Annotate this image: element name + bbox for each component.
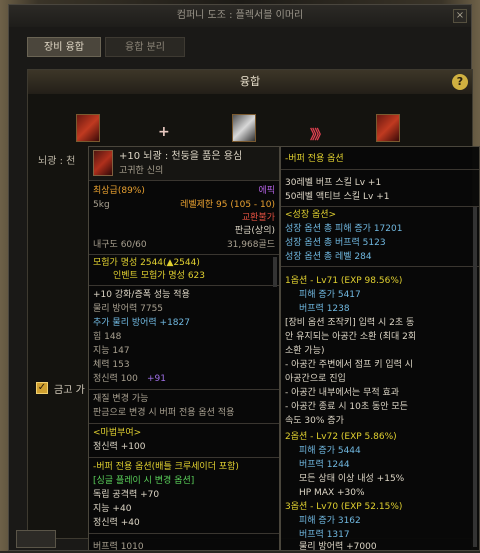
growth-3: 성장 옵션 총 레벨 284	[285, 252, 372, 262]
buffer-header: -버퍼 전용 옵션	[285, 154, 344, 164]
option-3-head: 3옵션 - Lv70 (EXP 52.15%)	[285, 502, 403, 512]
option-1-buff: 버프력 1238	[299, 304, 350, 314]
extra-phys-def: 추가 물리 방어력 +1827	[93, 318, 190, 328]
reset-info-2: 판금으로 변경 시 버퍼 전용 옵션 적용	[93, 408, 235, 418]
adventurer-fame: 모험가 명성 2544(▲2544)	[93, 258, 200, 268]
scrollbar[interactable]	[473, 207, 477, 547]
equipment-slot-2[interactable]	[232, 114, 256, 142]
help-icon[interactable]: ?	[452, 74, 468, 90]
option-2-head: 2옵션 - Lv72 (EXP 5.86%)	[285, 432, 397, 442]
rarity: 에픽	[258, 186, 275, 196]
bottom-button[interactable]	[16, 530, 56, 548]
magic-seal-head: <마법부여>	[93, 428, 142, 438]
close-icon[interactable]: ×	[453, 9, 467, 23]
item-icon	[93, 150, 113, 176]
buffer-spirit: 정신력 +40	[93, 518, 140, 528]
skill-2: 50레벨 액티브 스킬 Lv +1	[285, 192, 390, 202]
equipment-slot-1[interactable]	[76, 114, 100, 142]
tab-equip-fusion[interactable]: 장비 융합	[27, 37, 101, 57]
plus-icon: +	[158, 124, 170, 140]
level-limit: 레벨제한 95 (105 - 10)	[180, 200, 275, 210]
divider	[89, 423, 279, 424]
stat-str: 힘 148	[93, 332, 122, 342]
option-1-desc: - 아공간 종료 시 10초 동안 모든	[285, 402, 408, 412]
item-tooltip: +10 뇌광 : 천둥을 품은 용심 고귀한 신의 최상급(89%) 에픽 5k…	[88, 146, 280, 552]
option-1-desc: 안 유지되는 아공간 소환 (최대 2회	[285, 332, 417, 342]
buffer-option-head: -버퍼 전용 옵션(배틀 크루세이더 포함)	[93, 462, 239, 472]
option-2-desc: HP MAX +30%	[299, 488, 365, 498]
phys-def: 물리 방어력 7755	[93, 304, 164, 314]
item-name: +10 뇌광 : 천둥을 품은 용심	[119, 151, 243, 162]
option-1-desc: - 아공간 내부에서는 무적 효과	[285, 388, 400, 398]
grade: 최상급(89%)	[93, 186, 145, 196]
growth-2: 성장 옵션 총 버프력 5123	[285, 238, 386, 248]
inventory-fame: 인벤트 모험가 명성 623	[113, 271, 206, 281]
tooltip-header: +10 뇌광 : 천둥을 품은 용심 고귀한 신의	[89, 147, 279, 181]
stat-int: 지능 147	[93, 346, 130, 356]
arrow-icon: 》》	[310, 128, 327, 143]
item-subtitle: 고귀한 신의	[119, 166, 164, 176]
result-slot[interactable]	[376, 114, 400, 142]
option-3-buff: 버프력 1317	[299, 530, 350, 540]
divider	[281, 266, 479, 267]
option-1-desc: 소환 가능)	[285, 346, 325, 356]
slot-type: 판금(상의)	[234, 226, 275, 236]
buff-power: 버프력 1010	[93, 542, 144, 552]
checkbox-label: 금고 가	[54, 385, 85, 396]
divider	[89, 254, 279, 255]
weight: 5kg	[93, 200, 110, 210]
option-1-desc: 아공간으로 진입	[285, 374, 346, 384]
stat-vit: 체력 153	[93, 360, 130, 370]
buffer-int: 지능 +40	[93, 504, 132, 514]
option-1-desc: [장비 옵션 조작키] 입력 시 2초 동	[285, 318, 415, 328]
window-title: 컴퍼니 도조 : 플렉서블 이머리	[9, 5, 471, 27]
option-1-desc: - 아공간 주변에서 점프 키 입력 시	[285, 360, 414, 370]
divider	[89, 533, 279, 534]
option-1-damage: 피해 증가 5417	[299, 290, 361, 300]
enchant: +10 강화/증폭 성능 적용	[93, 290, 190, 300]
price: 31,968골드	[226, 240, 275, 250]
divider	[89, 285, 279, 286]
item-label: 뇌광 : 천	[38, 156, 76, 167]
buffer-option-tooltip: -버퍼 전용 옵션 30레벨 버프 스킬 Lv +1 50레벨 액티브 스킬 L…	[280, 146, 480, 552]
growth-1: 성장 옵션 총 피해 증가 17201	[285, 224, 403, 234]
stat-spirit-bonus: +91	[147, 374, 166, 384]
skill-1: 30레벨 버프 스킬 Lv +1	[285, 178, 382, 188]
option-1-head: 1옵션 - Lv71 (EXP 98.56%)	[285, 276, 403, 286]
stat-spirit: 정신력 100	[93, 374, 138, 384]
option-1-desc: 속도 30% 증가	[285, 416, 344, 426]
option-2-buff: 버프력 1244	[299, 460, 350, 470]
divider	[89, 389, 279, 390]
option-3-damage: 피해 증가 3162	[299, 516, 361, 526]
durability: 내구도 60/60	[93, 240, 147, 250]
independent-attack: 독립 공격력 +70	[93, 490, 160, 500]
tab-fusion-separate[interactable]: 융합 분리	[105, 37, 185, 57]
reset-info: 재질 변경 가능	[93, 394, 149, 404]
scrollbar[interactable]	[273, 257, 277, 287]
divider	[89, 457, 279, 458]
growth-head: <성장 옵션>	[285, 210, 337, 220]
checkbox-icon[interactable]: ✓	[36, 382, 48, 394]
magic-seal-spirit: 정신력 +100	[93, 442, 146, 452]
option-2-damage: 피해 증가 5444	[299, 446, 361, 456]
option-2-desc: 모든 상태 이상 내성 +15%	[299, 474, 405, 484]
divider	[281, 206, 479, 207]
divider	[281, 169, 479, 170]
panel-title: 융합	[28, 70, 472, 94]
option-3-desc: 물리 방어력 +7000	[299, 542, 377, 552]
trade-status: 교환불가	[241, 213, 275, 223]
buffer-single-play: [싱글 플레이 시 변경 옵션]	[93, 476, 195, 486]
